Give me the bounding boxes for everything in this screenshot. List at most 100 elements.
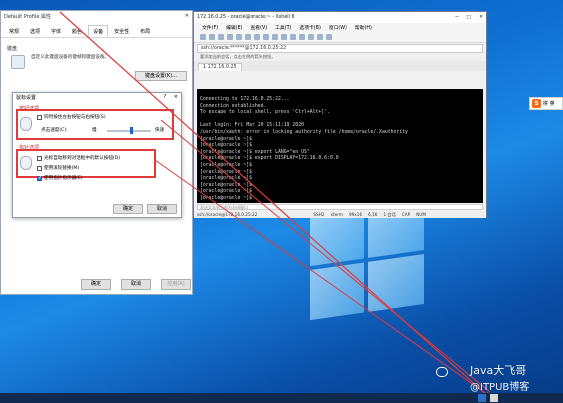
status-num: NUM xyxy=(416,212,426,217)
snap-to-default-checkbox[interactable] xyxy=(37,155,42,161)
terminal-line: [oracle@oracle ~]$ xyxy=(200,162,252,168)
mouse-dialog-title-bar: 鼠标设置 ? × xyxy=(13,93,181,102)
close-icon[interactable]: ✕ xyxy=(479,15,483,20)
wheel-label: 使用滚轮替换(M) xyxy=(44,166,80,171)
send-text-input[interactable]: 发送文本到当前Xshell窗口 xyxy=(197,204,483,210)
status-term: xterm xyxy=(330,212,343,217)
mouse-ok-button[interactable]: 确定 xyxy=(113,204,143,214)
pointer-icon xyxy=(20,156,32,170)
globe-icon[interactable] xyxy=(281,34,287,40)
mouse-icon xyxy=(20,117,32,131)
transfer-icon[interactable] xyxy=(308,34,314,40)
open-folder-icon[interactable] xyxy=(209,34,215,40)
click-speed-label: 点击速度(C): xyxy=(41,128,68,133)
profile-tabs: 常规 选项 字体 颜色 设备 安全性 布局 xyxy=(1,21,192,38)
terminal-line: [oracle@oracle ~]$ xyxy=(200,189,252,195)
apply-button[interactable]: 应用(A) xyxy=(161,279,191,290)
wechat-icon xyxy=(436,367,448,377)
paste-icon[interactable] xyxy=(236,34,242,40)
tab-layout[interactable]: 布局 xyxy=(135,25,155,37)
copy-icon[interactable] xyxy=(227,34,233,40)
close-icon[interactable]: × xyxy=(174,94,178,100)
click-speed-row: 点击速度(C): xyxy=(41,127,68,133)
terminal-line: [oracle@oracle ~]$ xyxy=(200,176,252,182)
xshell-title: 172.16.0.25 - oracle@oracle:~ - Xshell 6 xyxy=(197,15,295,20)
tab-colors[interactable]: 颜色 xyxy=(67,25,87,37)
new-session-icon[interactable] xyxy=(200,34,206,40)
settings-icon[interactable] xyxy=(317,34,323,40)
color-icon[interactable] xyxy=(263,34,269,40)
keyboard-legend: 键盘 xyxy=(7,46,18,52)
sogou-icon: S xyxy=(532,99,541,108)
profile-title: Default Profile 属性 xyxy=(4,14,51,20)
swap-buttons-row[interactable]: 同时按住左右按钮与右按钮(S) xyxy=(37,114,106,120)
slow-label: 慢 xyxy=(92,128,97,133)
keyboard-description: 自定义此键盘设备的键帧和键盘设备。 xyxy=(31,55,110,60)
menu-tools[interactable]: 工具(T) xyxy=(275,24,291,31)
menu-file[interactable]: 文件(F) xyxy=(202,24,218,31)
click-speed-slider-thumb[interactable] xyxy=(129,127,133,134)
status-cursor: 6,16 xyxy=(368,212,378,217)
xshell-menu-bar: 文件(F) 编辑(E) 查看(V) 工具(T) 选项卡(B) 窗口(W) 帮助(… xyxy=(194,23,486,32)
session-tab[interactable]: 1 172.16.0.25 xyxy=(198,63,242,71)
terminal-line: [oracle@oracle ~]$ xyxy=(200,195,252,201)
fast-label: 快速 xyxy=(155,128,165,133)
windows-logo xyxy=(310,202,425,323)
terminal-line: Last login: Fri Mar 20 15:11:19 2020 xyxy=(200,123,304,129)
tab-font[interactable]: 字体 xyxy=(46,25,66,37)
status-size: 99x16 xyxy=(348,212,363,217)
terminal[interactable]: Connecting to 172.16.0.25:22... Connectio… xyxy=(197,89,483,203)
swap-buttons-checkbox[interactable] xyxy=(37,114,42,120)
address-text: ssh://oracle:******@172.16.0.25:22 xyxy=(201,46,287,51)
menu-edit[interactable]: 编辑(E) xyxy=(226,24,242,31)
mouse-settings-dialog: 鼠标设置 ? × 按钮选项 同时按住左右按钮与右按钮(S) 点击速度(C): 慢… xyxy=(12,92,182,218)
terminal-line: To escape to local shell, press 'Ctrl+Al… xyxy=(200,110,330,116)
desktop: S 拼 英 Default Profile 属性 ✕ 常规 选项 字体 颜色 设… xyxy=(0,0,563,403)
menu-help[interactable]: 帮助(H) xyxy=(355,24,372,31)
wheel-row[interactable]: 使用滚轮替换(M) xyxy=(37,165,79,171)
tab-security[interactable]: 安全性 xyxy=(109,25,134,37)
wheel-checkbox[interactable] xyxy=(37,165,42,171)
pointer-indicator-label: 使用指针指示器(E) xyxy=(44,176,83,181)
print-icon[interactable] xyxy=(254,34,260,40)
status-sessions: 1 会话 xyxy=(383,211,396,217)
keyboard-settings-button[interactable]: 键盘设置(K)... xyxy=(135,71,187,81)
ok-button[interactable]: 确定 xyxy=(81,279,111,290)
xshell-status-bar: ssh://oracle@172.16.0.25:22 SSH2 xterm 9… xyxy=(194,211,486,218)
xshell-tabs: 1 172.16.0.25 xyxy=(194,61,486,71)
menu-tab[interactable]: 选项卡(B) xyxy=(299,24,320,31)
mouse-dialog-title: 鼠标设置 xyxy=(16,95,37,101)
address-bar[interactable]: ssh://oracle:******@172.16.0.25:22 xyxy=(197,44,483,53)
tab-general[interactable]: 常规 xyxy=(4,25,24,37)
terminal-line: /usr/bin/xauth: error in locking authori… xyxy=(200,129,408,135)
snap-to-default-row[interactable]: 光标自动移到对话框中的默认按钮(D) xyxy=(37,155,120,161)
font-icon[interactable] xyxy=(272,34,278,40)
watermark-line1: Java大飞哥 xyxy=(470,364,527,377)
xshell-tray-icon[interactable] xyxy=(478,394,486,402)
menu-view[interactable]: 查看(V) xyxy=(250,24,267,31)
tab-devices[interactable]: 设备 xyxy=(88,25,109,37)
pointer-indicator-row[interactable]: 使用指针指示器(E) xyxy=(37,175,83,181)
annotation-box-pointer xyxy=(16,149,156,178)
tab-options[interactable]: 选项 xyxy=(25,25,45,37)
profile-button-row: 确定 取消 应用(A) xyxy=(81,279,191,290)
cancel-button[interactable]: 取消 xyxy=(121,279,151,290)
pointer-indicator-checkbox[interactable] xyxy=(37,175,42,181)
mouse-cancel-button[interactable]: 取消 xyxy=(147,204,177,214)
menu-window[interactable]: 窗口(W) xyxy=(329,24,347,31)
status-connection: ssh://oracle@172.16.0.25:22 xyxy=(197,212,258,217)
help-icon[interactable]: ? xyxy=(164,94,167,100)
snap-to-default-label: 光标自动移到对话框中的默认按钮(D) xyxy=(44,156,121,161)
tray-app-icon[interactable] xyxy=(490,394,498,402)
lock-icon[interactable] xyxy=(290,34,296,40)
watermark-line2: @ITPUB博客 xyxy=(470,382,530,393)
ime-toolbar[interactable]: S 拼 英 xyxy=(529,97,563,110)
keyboard-icon[interactable] xyxy=(299,34,305,40)
swap-buttons-label: 同时按住左右按钮与右按钮(S) xyxy=(44,115,106,120)
minimize-icon[interactable]: ─ xyxy=(456,15,459,20)
close-icon[interactable]: ✕ xyxy=(185,13,189,19)
link-icon[interactable] xyxy=(218,34,224,40)
help-icon[interactable] xyxy=(326,34,332,40)
maximize-icon[interactable]: □ xyxy=(466,15,471,20)
find-icon[interactable] xyxy=(245,34,251,40)
